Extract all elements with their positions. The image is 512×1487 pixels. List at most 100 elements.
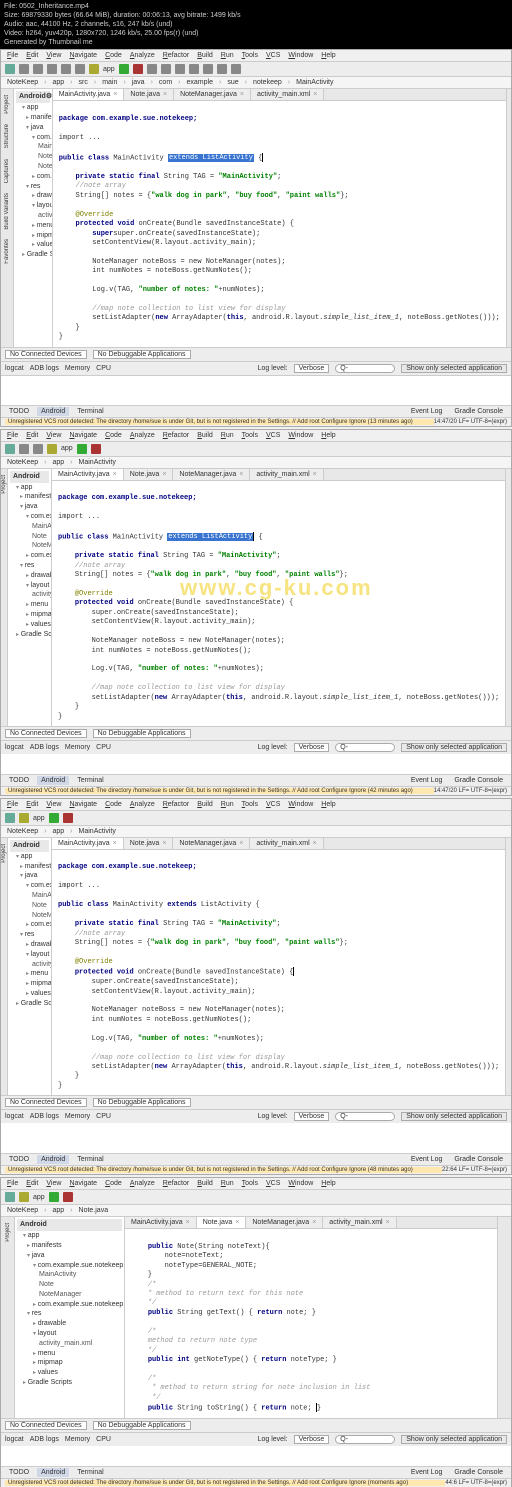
tree-res[interactable]: res — [16, 182, 50, 192]
menu-code[interactable]: Code — [105, 52, 122, 59]
tab-notemanager[interactable]: NoteManager.java× — [174, 89, 251, 100]
paste-icon[interactable] — [75, 64, 85, 74]
run-icon[interactable] — [49, 1192, 59, 1202]
run-config-dropdown[interactable]: app — [103, 66, 115, 73]
run-icon[interactable] — [119, 64, 129, 74]
menubar[interactable]: FileEditViewNavigateCodeAnalyzeRefactorB… — [1, 799, 511, 811]
tree-note[interactable]: Note — [16, 152, 50, 162]
adb-tab[interactable]: ADB logs — [30, 365, 59, 372]
code-area[interactable]: package com.example.sue.notekeep; import… — [52, 850, 505, 1095]
structure-tab[interactable]: Structure — [4, 122, 10, 150]
vcs-warning[interactable]: Unregistered VCS root detected: The dire… — [5, 419, 434, 425]
tree-gradle-scripts[interactable]: Gradle Scripts — [16, 250, 50, 260]
close-icon[interactable]: × — [313, 91, 317, 98]
menu-view[interactable]: View — [46, 52, 61, 59]
run-icon[interactable] — [77, 444, 87, 454]
project-tree[interactable]: Android⚙ app manifests java com.example.… — [14, 89, 53, 346]
project-tree[interactable]: Android app manifests java com.example.s… — [8, 838, 52, 1095]
tab-note[interactable]: Note.java× — [197, 1217, 247, 1228]
attach-icon[interactable] — [147, 64, 157, 74]
logcat-tab[interactable]: logcat — [5, 365, 24, 372]
crumb-4[interactable]: java — [130, 79, 147, 86]
redo-icon[interactable] — [33, 444, 43, 454]
debug-icon[interactable] — [63, 813, 73, 823]
tree-activity-main-xml[interactable]: activity_main.xml — [16, 211, 50, 221]
crumb-8[interactable]: notekeep — [251, 79, 284, 86]
build-icon[interactable] — [19, 813, 29, 823]
menu-build[interactable]: Build — [197, 52, 213, 59]
sync-icon[interactable] — [203, 64, 213, 74]
menu-run[interactable]: Run — [221, 52, 234, 59]
menu-window[interactable]: Window — [288, 52, 313, 59]
undo-icon[interactable] — [19, 64, 29, 74]
debug-icon[interactable] — [63, 1192, 73, 1202]
crumb-3[interactable]: main — [100, 79, 119, 86]
tree-values[interactable]: values — [16, 240, 50, 250]
debug-icon[interactable] — [133, 64, 143, 74]
avd-icon[interactable] — [175, 64, 185, 74]
save-icon[interactable] — [5, 1192, 15, 1202]
tree-java[interactable]: java — [16, 123, 50, 133]
redo-icon[interactable] — [33, 64, 43, 74]
tree-menu[interactable]: menu — [16, 221, 50, 231]
favorites-tab[interactable]: Favorites — [4, 237, 10, 266]
menu-edit[interactable]: Edit — [26, 52, 38, 59]
filter-dropdown[interactable]: Show only selected application — [401, 364, 507, 373]
run-icon[interactable] — [49, 813, 59, 823]
code-area[interactable]: public Note(String noteText){ note=noteT… — [125, 1229, 497, 1418]
crumb-0[interactable]: NoteKeep — [5, 79, 40, 86]
crumb-9[interactable]: MainActivity — [294, 79, 335, 86]
todo-tab[interactable]: TODO — [5, 407, 33, 416]
project-tree[interactable]: Android app manifests java com.example.s… — [8, 469, 52, 726]
menubar[interactable]: FileEditViewNavigateCodeAnalyzeRefactorB… — [1, 430, 511, 442]
build-icon[interactable] — [19, 1192, 29, 1202]
crumb-2[interactable]: src — [77, 79, 90, 86]
loglevel-dropdown[interactable]: Verbose — [294, 364, 330, 373]
menubar[interactable]: File Edit View Navigate Code Analyze Ref… — [1, 50, 511, 62]
crumb-1[interactable]: app — [50, 79, 66, 86]
tree-drawable[interactable]: drawable — [16, 191, 50, 201]
memory-tab[interactable]: Memory — [65, 365, 90, 372]
crumb-7[interactable]: sue — [225, 79, 240, 86]
tab-note[interactable]: Note.java× — [124, 89, 174, 100]
crumb-5[interactable]: com — [157, 79, 174, 86]
event-log-tab[interactable]: Event Log — [407, 407, 447, 416]
menu-help[interactable]: Help — [321, 52, 335, 59]
tree-mainactivity[interactable]: MainActivity — [16, 142, 50, 152]
build-icon[interactable] — [47, 444, 57, 454]
tree-app[interactable]: app — [16, 103, 50, 113]
app-dropdown[interactable]: No Debuggable Applications — [93, 350, 191, 359]
tab-mainactivity[interactable]: MainActivity.java× — [52, 469, 124, 480]
cut-icon[interactable] — [47, 64, 57, 74]
tree-pkg[interactable]: com.example.sue.notekeep — [16, 133, 50, 143]
captures-tab[interactable]: Captures — [4, 157, 10, 185]
device-dropdown[interactable]: No Connected Devices — [5, 350, 87, 359]
close-icon[interactable]: × — [113, 91, 117, 98]
menu-analyze[interactable]: Analyze — [130, 52, 155, 59]
close-icon[interactable]: × — [240, 91, 244, 98]
tree-manifests[interactable]: manifests — [16, 113, 50, 123]
code-area[interactable]: package com.example.sue.notekeep; import… — [53, 101, 506, 346]
crumb-6[interactable]: example — [185, 79, 215, 86]
tab-activity-main[interactable]: activity_main.xml× — [251, 89, 324, 100]
tree-notemanager[interactable]: NoteManager — [16, 162, 50, 172]
project-tab[interactable]: Project — [4, 93, 10, 116]
save-icon[interactable] — [5, 444, 15, 454]
tree-androidtest[interactable]: com.example.sue.notekeep (androidTest) — [16, 172, 50, 182]
save-icon[interactable] — [5, 813, 15, 823]
logcat-output[interactable] — [1, 375, 511, 405]
gradle-console-tab[interactable]: Gradle Console — [450, 407, 507, 416]
save-icon[interactable] — [5, 64, 15, 74]
android-tab[interactable]: Android — [37, 407, 69, 416]
project-tree[interactable]: Android app manifests java com.example.s… — [15, 1217, 125, 1418]
build-variants-tab[interactable]: Build Variants — [4, 191, 10, 232]
settings-icon[interactable] — [217, 64, 227, 74]
debug-icon[interactable] — [91, 444, 101, 454]
close-icon[interactable]: × — [163, 91, 167, 98]
tree-layout[interactable]: layout — [16, 201, 50, 211]
copy-icon[interactable] — [61, 64, 71, 74]
run-config-dropdown[interactable]: app — [61, 445, 73, 452]
cpu-tab[interactable]: CPU — [96, 365, 111, 372]
build-icon[interactable] — [89, 64, 99, 74]
menu-tools[interactable]: Tools — [242, 52, 258, 59]
